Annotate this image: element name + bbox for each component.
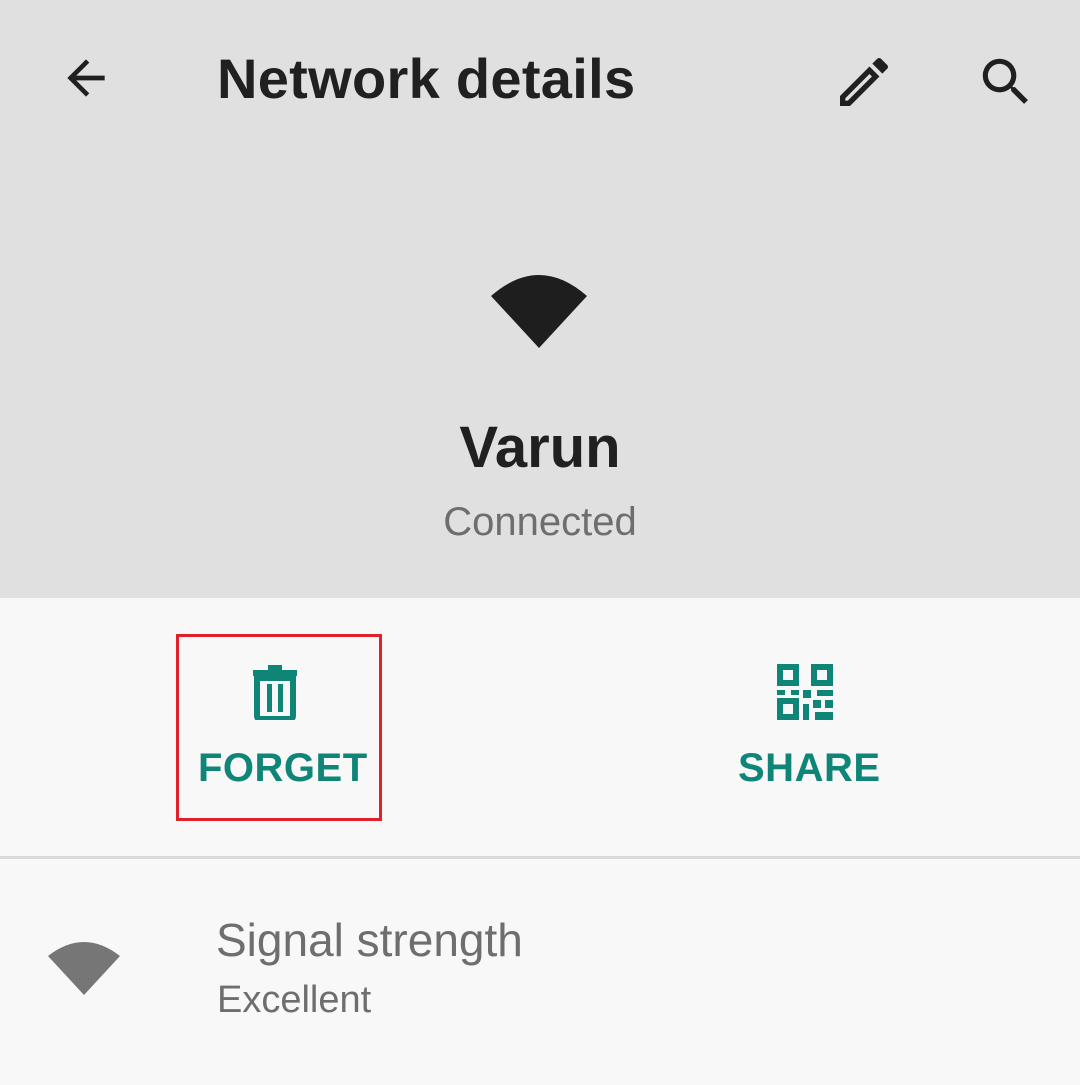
forget-label: FORGET (198, 746, 368, 790)
action-bar: FORGET SHARE (0, 598, 1080, 856)
signal-strength-title: Signal strength (216, 914, 523, 966)
pencil-icon (840, 57, 889, 106)
wifi-icon (491, 275, 587, 348)
edit-button[interactable] (822, 40, 906, 124)
page-title: Network details (217, 47, 636, 110)
arrow-back-icon (67, 59, 105, 97)
signal-strength-value: Excellent (217, 979, 372, 1021)
qr-code-icon (777, 664, 833, 720)
network-status: Connected (443, 500, 637, 544)
search-button[interactable] (964, 40, 1048, 124)
network-header: Network details Varun Connected (0, 0, 1080, 598)
share-button[interactable]: SHARE (540, 598, 1080, 856)
share-label: SHARE (738, 746, 881, 790)
wifi-signal-icon (48, 942, 120, 995)
search-icon (982, 58, 1028, 104)
signal-strength-row: Signal strength Excellent (0, 859, 1080, 1085)
back-button[interactable] (44, 36, 128, 120)
trash-icon (253, 665, 297, 720)
forget-button[interactable]: FORGET (0, 598, 540, 856)
network-name: Varun (459, 415, 621, 480)
